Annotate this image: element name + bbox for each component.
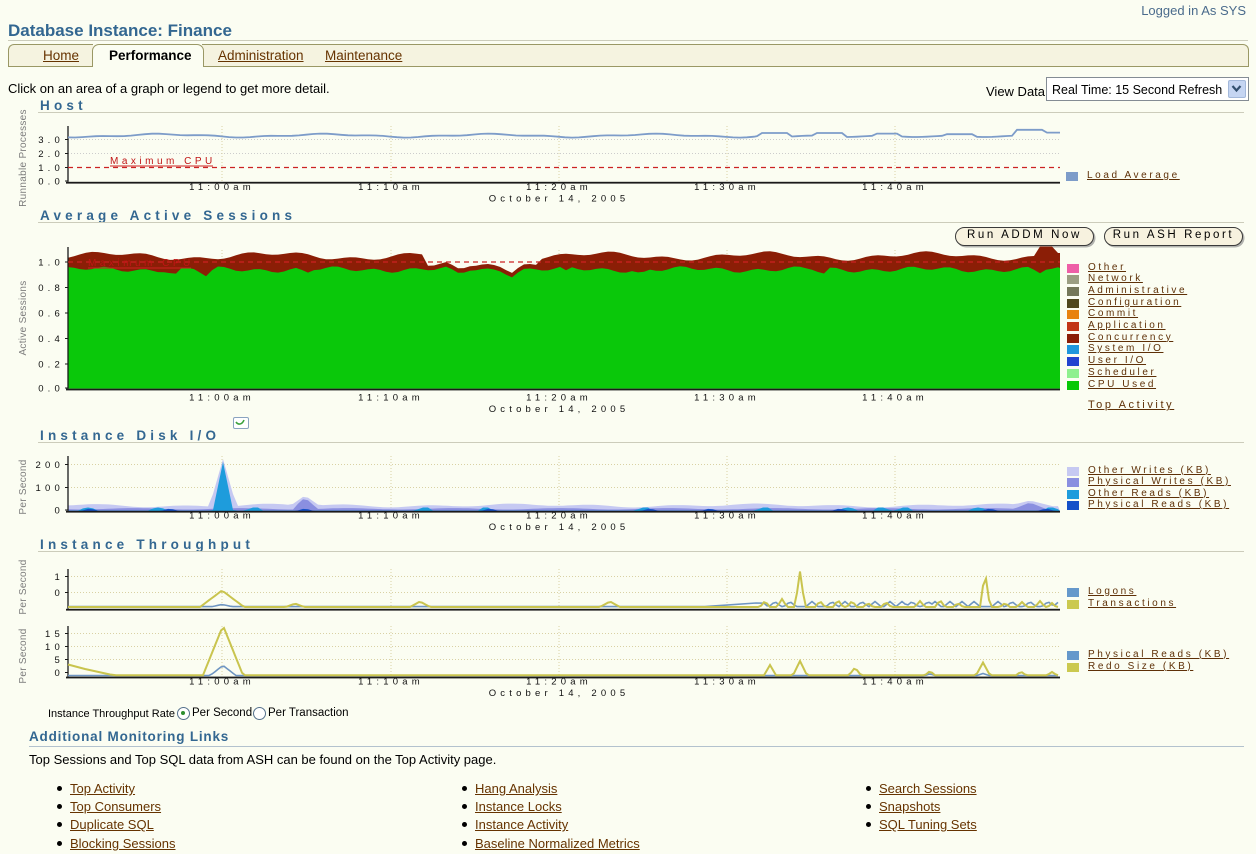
svg-text:October 14, 2005: October 14, 2005 — [489, 688, 630, 699]
svg-text:0: 0 — [55, 668, 64, 679]
svg-text:15: 15 — [45, 629, 64, 640]
svg-text:11:40am: 11:40am — [862, 677, 928, 688]
svg-text:5: 5 — [55, 655, 64, 666]
svg-text:11:10am: 11:10am — [358, 677, 424, 688]
svg-text:10: 10 — [45, 642, 64, 653]
svg-text:0: 0 — [55, 588, 64, 599]
svg-text:1: 1 — [55, 572, 64, 583]
svg-text:Per Second: Per Second — [18, 559, 29, 614]
svg-text:11:20am: 11:20am — [526, 677, 592, 688]
svg-text:Per Second: Per Second — [18, 628, 29, 683]
svg-text:11:00am: 11:00am — [189, 677, 255, 688]
svg-text:11:30am: 11:30am — [694, 677, 760, 688]
